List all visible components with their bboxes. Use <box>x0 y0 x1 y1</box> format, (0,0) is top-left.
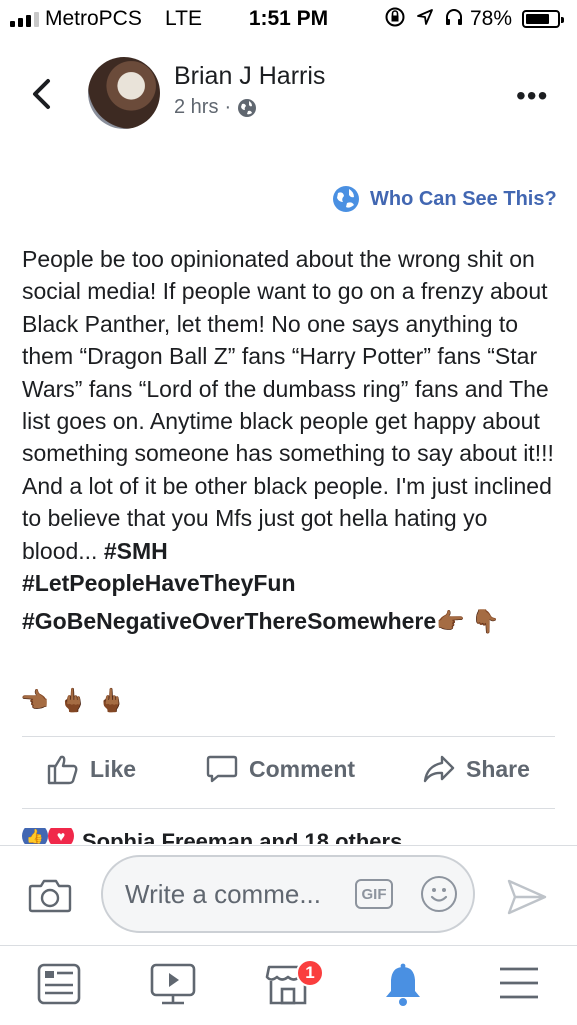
gif-button[interactable]: GIF <box>355 879 393 909</box>
comment-input[interactable]: Write a comme... GIF <box>101 855 475 933</box>
hashtag-gobenegative[interactable]: #GoBeNegativeOverThereSomewhere <box>22 608 436 634</box>
send-icon[interactable] <box>506 878 548 916</box>
bottom-nav: 1 <box>0 945 577 1025</box>
post-body: People be too opinionated about the wron… <box>22 243 567 643</box>
status-icons <box>384 6 464 28</box>
comment-placeholder: Write a comme... <box>125 879 322 909</box>
emoji-2: 👈🏾 <box>20 687 49 713</box>
emoji-4: 🖕🏾 <box>97 687 126 713</box>
meta-separator: · <box>224 96 232 118</box>
post-meta: 2 hrs · <box>174 96 257 119</box>
reactions-summary[interactable]: 👍 ♥ Sophia Freeman and 18 others <box>22 828 402 844</box>
who-can-see-label: Who Can See This? <box>370 187 557 210</box>
camera-icon[interactable] <box>28 876 72 914</box>
who-can-see-link[interactable]: Who Can See This? <box>332 185 557 213</box>
battery-fill <box>526 14 549 24</box>
divider <box>22 736 555 737</box>
menu-hamburger-icon[interactable] <box>498 963 540 1003</box>
comment-button[interactable]: Comment <box>205 752 355 786</box>
comment-icon <box>206 755 238 783</box>
reactions-text: Sophia Freeman and 18 others <box>82 829 403 844</box>
back-arrow-icon[interactable] <box>28 76 56 112</box>
watch-video-icon[interactable] <box>150 963 196 1007</box>
thumbs-up-icon <box>47 755 78 785</box>
emoji-3: 🖕🏾 <box>58 687 88 713</box>
comment-label: Comment <box>249 755 356 782</box>
avatar[interactable] <box>88 57 160 129</box>
hashtag-smh[interactable]: #SMH <box>104 538 168 564</box>
post-time[interactable]: 2 hrs <box>174 96 218 119</box>
like-label: Like <box>90 755 137 782</box>
globe-icon <box>333 186 359 212</box>
battery-percent: 78% <box>470 7 513 30</box>
emoji-1: 👇🏾 <box>471 608 500 635</box>
headphones-icon <box>446 9 462 25</box>
love-reaction-icon: ♥ <box>48 828 74 844</box>
rotation-lock-icon <box>385 7 405 27</box>
status-bar: MetroPCS LTE 1:51 PM 78% <box>0 0 577 40</box>
divider <box>22 808 555 809</box>
notifications-bell-icon[interactable] <box>383 963 423 1007</box>
more-options-icon[interactable]: ••• <box>516 80 548 112</box>
emoji-row: 👈🏾 🖕🏾 🖕🏾 <box>20 687 126 714</box>
author-name[interactable]: Brian J Harris <box>174 62 325 91</box>
like-reaction-icon: 👍 <box>22 828 48 844</box>
emoji-smile-icon[interactable] <box>421 876 457 912</box>
like-button[interactable]: Like <box>46 752 136 786</box>
emoji-0: 👉🏾 <box>436 608 465 635</box>
post-text: People be too opinionated about the wron… <box>22 246 554 564</box>
news-feed-icon[interactable] <box>37 963 81 1005</box>
share-button[interactable]: Share <box>422 752 530 786</box>
share-label: Share <box>466 755 530 782</box>
location-icon <box>417 9 433 25</box>
public-globe-icon <box>238 98 257 117</box>
share-icon <box>423 755 455 783</box>
post-actions: Like Comment Share <box>0 752 577 796</box>
marketplace-badge: 1 <box>296 959 324 987</box>
hashtag-letpeoplehavetheyfun[interactable]: #LetPeopleHaveTheyFun <box>22 570 296 596</box>
battery-icon <box>522 10 564 28</box>
